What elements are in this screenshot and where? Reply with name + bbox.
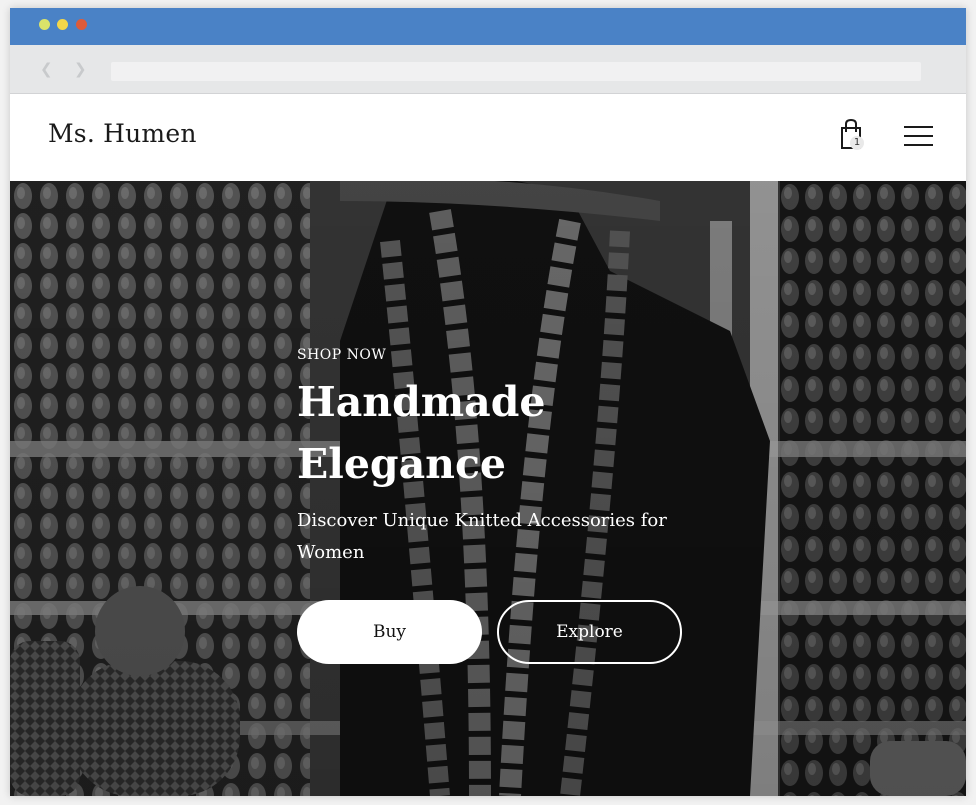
site-header: Ms. Humen 1	[10, 94, 966, 181]
cart-count-badge: 1	[850, 136, 864, 150]
hero-headline-line-1: Handmade	[297, 378, 546, 426]
hero-headline-line-2: Elegance	[297, 440, 507, 488]
browser-toolbar: ❮ ❯	[10, 45, 966, 94]
hero-subtitle: Discover Unique Knitted Accessories for …	[297, 510, 667, 563]
hero-eyebrow[interactable]: SHOP NOW	[297, 347, 717, 363]
window-maximize-dot[interactable]	[76, 19, 87, 30]
buy-button[interactable]: Buy	[297, 600, 482, 664]
brand-logo[interactable]: Ms. Humen	[48, 119, 197, 148]
chevron-right-icon[interactable]: ❯	[74, 61, 88, 77]
browser-window: ❮ ❯ Ms. Humen 1 SHOP NOW Handmade Elegan…	[10, 8, 966, 796]
explore-button[interactable]: Explore	[497, 600, 682, 664]
browser-titlebar	[10, 8, 966, 45]
hero-headline: Handmade Elegance	[297, 371, 717, 495]
hero-content: SHOP NOW Handmade Elegance Discover Uniq…	[297, 347, 717, 569]
window-close-dot[interactable]	[39, 19, 50, 30]
window-minimize-dot[interactable]	[57, 19, 68, 30]
chevron-left-icon[interactable]: ❮	[40, 61, 54, 77]
hamburger-menu-icon[interactable]	[904, 124, 934, 148]
hero-banner: SHOP NOW Handmade Elegance Discover Uniq…	[10, 181, 966, 796]
cart-button[interactable]: 1	[838, 118, 866, 152]
address-bar[interactable]	[111, 62, 921, 81]
